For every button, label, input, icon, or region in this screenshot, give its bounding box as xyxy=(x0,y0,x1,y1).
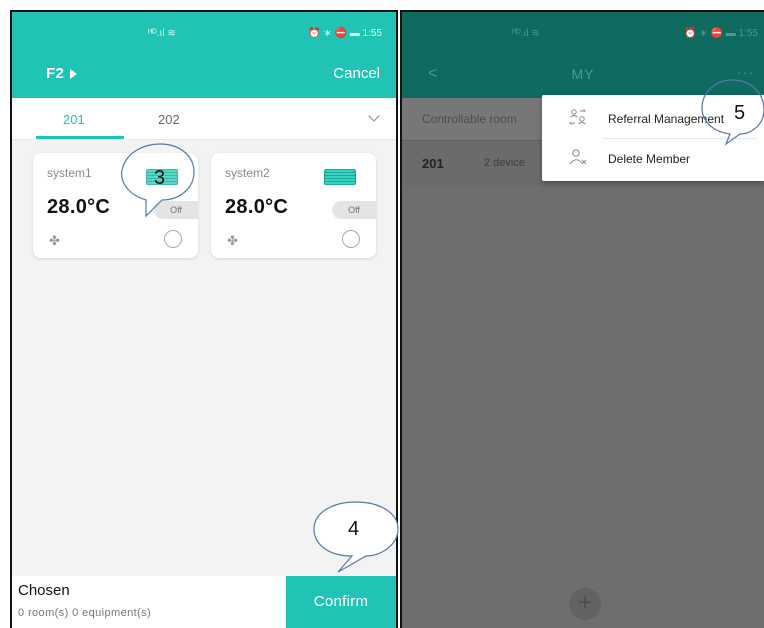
chevron-down-icon[interactable] xyxy=(368,110,380,122)
delete-member-icon xyxy=(568,147,588,167)
device-temperature: 28.0°C xyxy=(225,196,289,218)
select-radio[interactable] xyxy=(164,230,182,248)
device-name: system1 xyxy=(47,166,92,180)
speech-bubble-shape xyxy=(701,79,764,146)
select-radio[interactable] xyxy=(342,230,360,248)
floor-selector[interactable]: F2 xyxy=(46,65,64,82)
screenshot-root: ᴴᴰ.ıl ≋ ⏰ ∗ ⛔ ▬ 1:55 F2 Cancel 201 202 s… xyxy=(0,0,764,628)
callout-number: 5 xyxy=(734,102,746,124)
room-tabs: 201 202 xyxy=(12,98,396,140)
active-tab-indicator xyxy=(36,136,124,139)
chosen-label: Chosen xyxy=(18,582,70,599)
status-right: ⏰ ∗ ⛔ ▬ 1:55 xyxy=(684,28,758,39)
selection-footer: Chosen 0 room(s) 0 equipment(s) Confirm xyxy=(12,576,396,628)
tab-room-202[interactable]: 202 xyxy=(158,112,180,127)
callout-number: 4 xyxy=(348,518,360,540)
callout-5: 5 xyxy=(700,78,764,150)
status-right: ⏰ ∗ ⛔ ▬ 1:55 xyxy=(308,28,382,39)
chosen-counts: 0 room(s) 0 equipment(s) xyxy=(18,607,152,619)
top-navbar: F2 Cancel xyxy=(12,52,396,98)
device-card-system2[interactable]: system2 28.0°C Off ✤ xyxy=(211,153,376,258)
floor-dropdown-icon[interactable] xyxy=(70,69,77,79)
tab-room-201[interactable]: 201 xyxy=(63,112,85,127)
callout-4: 4 xyxy=(312,500,400,574)
power-state-badge: Off xyxy=(332,201,376,219)
device-temperature: 28.0°C xyxy=(47,196,111,218)
callout-number: 3 xyxy=(154,167,166,189)
confirm-button[interactable]: Confirm xyxy=(286,576,396,628)
fan-icon: ✤ xyxy=(49,233,60,248)
air-conditioner-icon xyxy=(324,169,356,185)
signal-wifi-icon: ᴴᴰ.ıl ≋ xyxy=(512,28,540,39)
controllable-room-label: Controllable room xyxy=(422,112,517,126)
room-name: 201 xyxy=(422,156,444,171)
device-name: system2 xyxy=(225,166,270,180)
fan-icon: ✤ xyxy=(227,233,238,248)
room-device-count: 2 device xyxy=(484,157,525,169)
callout-3: 3 xyxy=(118,142,198,220)
status-bar: ᴴᴰ.ıl ≋ ⏰ ∗ ⛔ ▬ 1:55 xyxy=(402,12,764,52)
menu-item-label: Delete Member xyxy=(608,152,691,166)
cancel-button[interactable]: Cancel xyxy=(333,65,380,82)
signal-wifi-icon: ᴴᴰ.ıl ≋ xyxy=(148,28,176,39)
referral-icon xyxy=(568,107,588,127)
status-bar: ᴴᴰ.ıl ≋ ⏰ ∗ ⛔ ▬ 1:55 xyxy=(12,12,396,52)
add-button[interactable]: + xyxy=(569,588,601,620)
